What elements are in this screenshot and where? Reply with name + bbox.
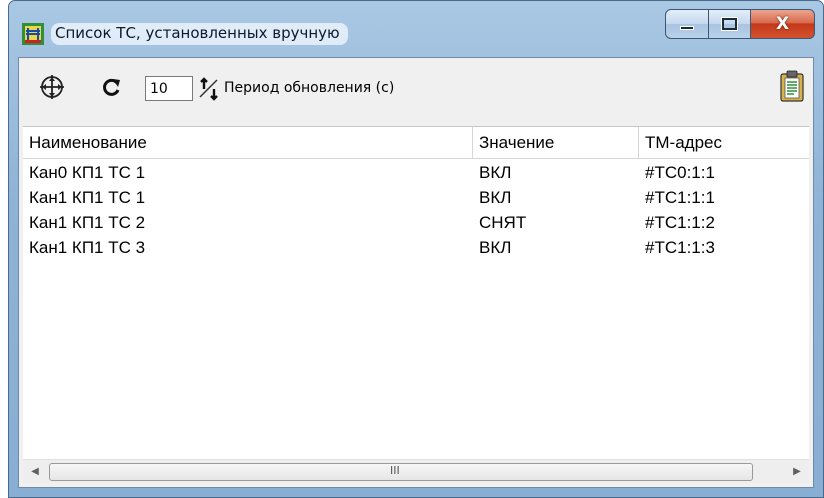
toolbar: Период обновления (с) bbox=[19, 58, 813, 122]
column-header-address[interactable]: ТМ-адрес bbox=[639, 127, 809, 159]
title-bar[interactable]: Список ТС, установленных вручную X bbox=[9, 1, 823, 53]
cell-name: Кан1 КП1 ТС 2 bbox=[29, 213, 146, 232]
cell-name: Кан1 КП1 ТС 1 bbox=[29, 188, 146, 207]
cell-name: Кан0 КП1 ТС 1 bbox=[29, 163, 146, 182]
horizontal-scrollbar[interactable]: ◀ III ▶ bbox=[23, 459, 809, 483]
minimize-icon bbox=[680, 26, 694, 30]
cell-address: #TC1:1:3 bbox=[645, 238, 715, 257]
cell-value: СНЯТ bbox=[479, 213, 527, 232]
scrollbar-grip: III bbox=[390, 464, 400, 477]
minimize-button[interactable] bbox=[665, 9, 709, 39]
window: Список ТС, установленных вручную X 10 Пе… bbox=[8, 0, 824, 498]
close-button[interactable]: X bbox=[751, 9, 815, 39]
column-header-value[interactable]: Значение bbox=[473, 127, 639, 159]
app-icon bbox=[22, 23, 44, 45]
scroll-right-arrow-icon[interactable]: ▶ bbox=[785, 460, 809, 484]
cell-value: ВКЛ bbox=[479, 238, 512, 257]
table-row[interactable]: Кан1 КП1 ТС 2 СНЯТ #TC1:1:2 bbox=[23, 211, 809, 236]
cell-value: ВКЛ bbox=[479, 188, 512, 207]
window-title: Список ТС, установленных вручную bbox=[51, 23, 348, 45]
cell-address: #TC1:1:2 bbox=[645, 213, 715, 232]
cell-address: #TC1:1:1 bbox=[645, 188, 715, 207]
caption-buttons: X bbox=[665, 9, 815, 39]
scroll-left-arrow-icon[interactable]: ◀ bbox=[23, 460, 47, 484]
client-area: Период обновления (с) Наименование Значе… bbox=[18, 57, 814, 488]
column-header-name[interactable]: Наименование bbox=[23, 127, 473, 159]
scrollbar-thumb[interactable]: III bbox=[49, 463, 753, 481]
ts-list[interactable]: Наименование Значение ТМ-адрес Кан0 КП1 … bbox=[23, 126, 809, 483]
target-icon[interactable] bbox=[39, 74, 65, 100]
table-body: Кан0 КП1 ТС 1 ВКЛ #TC0:1:1 Кан1 КП1 ТС 1… bbox=[23, 161, 809, 261]
cell-value: ВКЛ bbox=[479, 163, 512, 182]
table-row[interactable]: Кан1 КП1 ТС 3 ВКЛ #TC1:1:3 bbox=[23, 236, 809, 261]
column-headers: Наименование Значение ТМ-адрес bbox=[23, 127, 809, 159]
close-icon: X bbox=[775, 14, 790, 34]
maximize-icon bbox=[722, 18, 737, 30]
clipboard-icon[interactable] bbox=[779, 70, 805, 102]
table-row[interactable]: Кан1 КП1 ТС 1 ВКЛ #TC1:1:1 bbox=[23, 186, 809, 211]
table-row[interactable]: Кан0 КП1 ТС 1 ВКЛ #TC0:1:1 bbox=[23, 161, 809, 186]
spin-arrows-icon[interactable] bbox=[197, 77, 221, 101]
period-label: Период обновления (с) bbox=[224, 80, 395, 96]
period-input[interactable] bbox=[145, 76, 193, 101]
maximize-button[interactable] bbox=[709, 9, 751, 39]
cell-address: #TC0:1:1 bbox=[645, 163, 715, 182]
cell-name: Кан1 КП1 ТС 3 bbox=[29, 238, 146, 257]
refresh-icon[interactable] bbox=[101, 76, 123, 98]
